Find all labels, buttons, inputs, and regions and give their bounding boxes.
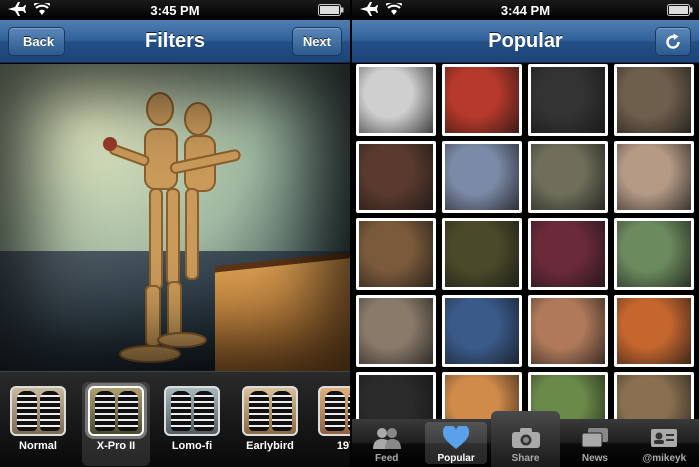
photo-thumbnail[interactable] [356, 295, 436, 367]
tab-feed[interactable]: Feed [352, 419, 421, 467]
filter-thumbnail [88, 386, 144, 436]
camera-icon [511, 428, 540, 448]
popular-screen: 3:44 PM Popular Feed Popular Share News … [352, 0, 699, 467]
battery-icon [318, 4, 344, 16]
photo-thumbnail[interactable] [356, 64, 436, 136]
photo-thumbnail[interactable] [528, 295, 608, 367]
photo-thumbnail[interactable] [614, 218, 694, 290]
refresh-button[interactable] [655, 27, 691, 56]
news-icon [581, 428, 608, 448]
refresh-icon [666, 33, 680, 49]
photo-thumbnail[interactable] [614, 295, 694, 367]
photo-thumbnail[interactable] [442, 218, 522, 290]
navigation-bar: Popular [352, 20, 699, 63]
people-icon [372, 428, 401, 449]
heart-icon [442, 426, 470, 449]
status-time: 3:45 PM [150, 2, 200, 18]
filters-screen: 3:45 PM Back Filters Next Normal X-Pro I… [0, 0, 350, 467]
tab-share[interactable]: Share [490, 411, 561, 467]
battery-icon [667, 4, 693, 16]
filter-x-pro-ii[interactable]: X-Pro II [82, 382, 150, 466]
wifi-icon [386, 3, 402, 15]
profile-card-icon [651, 429, 678, 447]
filter-thumbnail [242, 386, 298, 436]
page-title: Popular [488, 29, 563, 52]
page-title: Filters [144, 29, 206, 52]
tab-profile[interactable]: @mikeyk [630, 419, 699, 467]
filter-normal[interactable]: Normal [8, 386, 68, 452]
filter-1977[interactable]: 197 [316, 386, 350, 452]
photo-thumbnail[interactable] [528, 218, 608, 290]
photo-thumbnail[interactable] [528, 141, 608, 213]
status-bar: 3:44 PM [352, 0, 699, 20]
airplane-icon [8, 2, 26, 16]
photo-thumbnail[interactable] [528, 64, 608, 136]
tab-news[interactable]: News [560, 419, 629, 467]
photo-thumbnail[interactable] [356, 218, 436, 290]
filter-thumbnail [164, 386, 220, 436]
photo-preview [0, 64, 350, 371]
filter-earlybird[interactable]: Earlybird [240, 386, 300, 452]
photo-thumbnail[interactable] [442, 295, 522, 367]
status-bar: 3:45 PM [0, 0, 350, 20]
photo-thumbnail[interactable] [442, 64, 522, 136]
filter-lomo-fi[interactable]: Lomo-fi [162, 386, 222, 452]
tab-popular[interactable]: Popular [421, 419, 490, 467]
wifi-icon [34, 3, 50, 15]
photo-thumbnail[interactable] [614, 141, 694, 213]
tab-bar: Feed Popular Share News @mikeyk [352, 411, 699, 467]
photo-thumbnail[interactable] [614, 64, 694, 136]
photo-thumbnail[interactable] [356, 141, 436, 213]
back-button[interactable]: Back [8, 27, 66, 56]
next-button[interactable]: Next [291, 27, 342, 56]
filter-thumbnail [318, 386, 350, 436]
airplane-icon [360, 2, 378, 16]
filter-strip: Normal X-Pro II Lomo-fi Earlybird 197 [0, 371, 350, 467]
navigation-bar: Back Filters Next [0, 20, 350, 63]
popular-photo-grid [356, 64, 699, 444]
photo-thumbnail[interactable] [442, 141, 522, 213]
status-time: 3:44 PM [500, 2, 551, 18]
filter-thumbnail [10, 386, 66, 436]
